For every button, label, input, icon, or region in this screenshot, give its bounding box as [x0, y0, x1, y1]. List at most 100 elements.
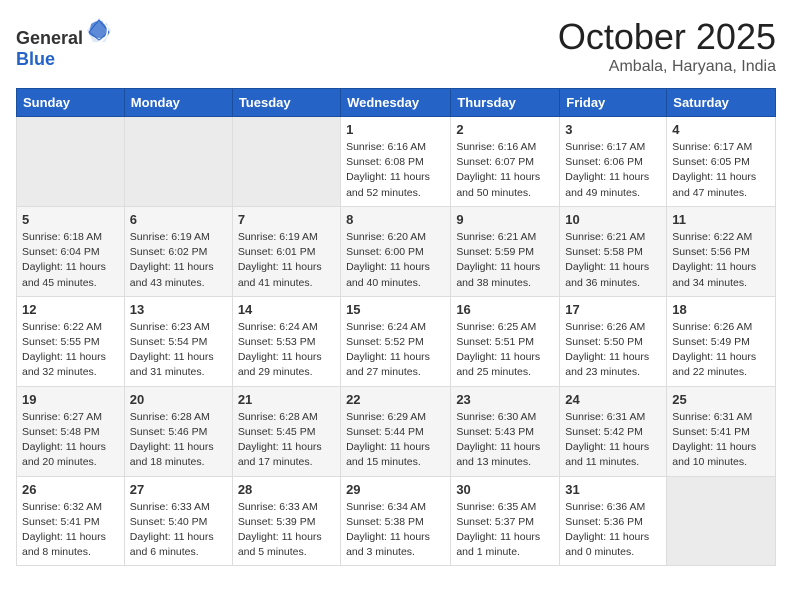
day-number: 12	[22, 302, 119, 317]
calendar-week-row: 12 Sunrise: 6:22 AMSunset: 5:55 PMDayligh…	[17, 296, 776, 386]
day-number: 20	[130, 392, 227, 407]
calendar-cell: 21 Sunrise: 6:28 AMSunset: 5:45 PMDayligh…	[232, 386, 340, 476]
day-info: Sunrise: 6:17 AMSunset: 6:05 PMDaylight:…	[672, 140, 770, 201]
day-info: Sunrise: 6:21 AMSunset: 5:58 PMDaylight:…	[565, 230, 661, 291]
calendar-cell: 26 Sunrise: 6:32 AMSunset: 5:41 PMDayligh…	[17, 476, 125, 566]
calendar-cell	[667, 476, 776, 566]
day-number: 30	[456, 482, 554, 497]
day-info: Sunrise: 6:32 AMSunset: 5:41 PMDaylight:…	[22, 500, 119, 561]
day-number: 2	[456, 122, 554, 137]
calendar-cell	[17, 117, 125, 207]
day-number: 3	[565, 122, 661, 137]
day-number: 4	[672, 122, 770, 137]
day-number: 24	[565, 392, 661, 407]
day-info: Sunrise: 6:23 AMSunset: 5:54 PMDaylight:…	[130, 320, 227, 381]
calendar-cell: 19 Sunrise: 6:27 AMSunset: 5:48 PMDayligh…	[17, 386, 125, 476]
calendar-cell: 23 Sunrise: 6:30 AMSunset: 5:43 PMDayligh…	[451, 386, 560, 476]
day-number: 5	[22, 212, 119, 227]
calendar-cell: 27Sunrise: 6:33 AMSunset: 5:40 PMDayligh…	[124, 476, 232, 566]
day-number: 17	[565, 302, 661, 317]
day-number: 15	[346, 302, 445, 317]
calendar-cell: 28 Sunrise: 6:33 AMSunset: 5:39 PMDayligh…	[232, 476, 340, 566]
day-info: Sunrise: 6:22 AMSunset: 5:56 PMDaylight:…	[672, 230, 770, 291]
day-number: 8	[346, 212, 445, 227]
day-info: Sunrise: 6:17 AMSunset: 6:06 PMDaylight:…	[565, 140, 661, 201]
calendar-cell: 16 Sunrise: 6:25 AMSunset: 5:51 PMDayligh…	[451, 296, 560, 386]
day-number: 9	[456, 212, 554, 227]
day-info: Sunrise: 6:26 AMSunset: 5:50 PMDaylight:…	[565, 320, 661, 381]
calendar-cell: 2 Sunrise: 6:16 AMSunset: 6:07 PMDaylight…	[451, 117, 560, 207]
day-info: Sunrise: 6:25 AMSunset: 5:51 PMDaylight:…	[456, 320, 554, 381]
day-number: 16	[456, 302, 554, 317]
day-number: 28	[238, 482, 335, 497]
day-info: Sunrise: 6:36 AMSunset: 5:36 PMDaylight:…	[565, 500, 661, 561]
day-number: 26	[22, 482, 119, 497]
location-title: Ambala, Haryana, India	[558, 58, 776, 76]
calendar-cell	[232, 117, 340, 207]
calendar-week-row: 19 Sunrise: 6:27 AMSunset: 5:48 PMDayligh…	[17, 386, 776, 476]
calendar-cell: 5 Sunrise: 6:18 AMSunset: 6:04 PMDaylight…	[17, 206, 125, 296]
day-info: Sunrise: 6:28 AMSunset: 5:46 PMDaylight:…	[130, 410, 227, 471]
day-info: Sunrise: 6:35 AMSunset: 5:37 PMDaylight:…	[456, 500, 554, 561]
calendar-cell: 3 Sunrise: 6:17 AMSunset: 6:06 PMDaylight…	[560, 117, 667, 207]
weekday-header-monday: Monday	[124, 89, 232, 117]
day-info: Sunrise: 6:26 AMSunset: 5:49 PMDaylight:…	[672, 320, 770, 381]
day-info: Sunrise: 6:19 AMSunset: 6:02 PMDaylight:…	[130, 230, 227, 291]
day-number: 10	[565, 212, 661, 227]
calendar-cell: 30 Sunrise: 6:35 AMSunset: 5:37 PMDayligh…	[451, 476, 560, 566]
calendar-cell: 12 Sunrise: 6:22 AMSunset: 5:55 PMDayligh…	[17, 296, 125, 386]
day-info: Sunrise: 6:27 AMSunset: 5:48 PMDaylight:…	[22, 410, 119, 471]
calendar-cell: 10 Sunrise: 6:21 AMSunset: 5:58 PMDayligh…	[560, 206, 667, 296]
day-info: Sunrise: 6:28 AMSunset: 5:45 PMDaylight:…	[238, 410, 335, 471]
day-info: Sunrise: 6:19 AMSunset: 6:01 PMDaylight:…	[238, 230, 335, 291]
day-number: 23	[456, 392, 554, 407]
day-info: Sunrise: 6:30 AMSunset: 5:43 PMDaylight:…	[456, 410, 554, 471]
calendar-cell: 1 Sunrise: 6:16 AMSunset: 6:08 PMDaylight…	[341, 117, 451, 207]
calendar-week-row: 1 Sunrise: 6:16 AMSunset: 6:08 PMDaylight…	[17, 117, 776, 207]
day-number: 21	[238, 392, 335, 407]
weekday-header-row: SundayMondayTuesdayWednesdayThursdayFrid…	[17, 89, 776, 117]
day-number: 29	[346, 482, 445, 497]
calendar-cell: 22 Sunrise: 6:29 AMSunset: 5:44 PMDayligh…	[341, 386, 451, 476]
day-info: Sunrise: 6:21 AMSunset: 5:59 PMDaylight:…	[456, 230, 554, 291]
day-number: 18	[672, 302, 770, 317]
calendar-cell: 14 Sunrise: 6:24 AMSunset: 5:53 PMDayligh…	[232, 296, 340, 386]
calendar-cell: 18 Sunrise: 6:26 AMSunset: 5:49 PMDayligh…	[667, 296, 776, 386]
calendar-cell: 9 Sunrise: 6:21 AMSunset: 5:59 PMDaylight…	[451, 206, 560, 296]
weekday-header-sunday: Sunday	[17, 89, 125, 117]
page-header: General Blue October 2025 Ambala, Haryan…	[16, 16, 776, 76]
day-info: Sunrise: 6:16 AMSunset: 6:07 PMDaylight:…	[456, 140, 554, 201]
day-number: 31	[565, 482, 661, 497]
day-number: 14	[238, 302, 335, 317]
calendar-week-row: 5 Sunrise: 6:18 AMSunset: 6:04 PMDaylight…	[17, 206, 776, 296]
day-info: Sunrise: 6:16 AMSunset: 6:08 PMDaylight:…	[346, 140, 445, 201]
day-info: Sunrise: 6:33 AMSunset: 5:40 PMDaylight:…	[130, 500, 227, 561]
calendar-cell: 29 Sunrise: 6:34 AMSunset: 5:38 PMDayligh…	[341, 476, 451, 566]
calendar-cell: 8 Sunrise: 6:20 AMSunset: 6:00 PMDaylight…	[341, 206, 451, 296]
calendar-cell: 13 Sunrise: 6:23 AMSunset: 5:54 PMDayligh…	[124, 296, 232, 386]
calendar-week-row: 26 Sunrise: 6:32 AMSunset: 5:41 PMDayligh…	[17, 476, 776, 566]
day-info: Sunrise: 6:33 AMSunset: 5:39 PMDaylight:…	[238, 500, 335, 561]
day-number: 13	[130, 302, 227, 317]
logo-icon	[85, 16, 113, 44]
calendar-cell: 24 Sunrise: 6:31 AMSunset: 5:42 PMDayligh…	[560, 386, 667, 476]
calendar-cell: 4 Sunrise: 6:17 AMSunset: 6:05 PMDaylight…	[667, 117, 776, 207]
calendar-cell: 25Sunrise: 6:31 AMSunset: 5:41 PMDayligh…	[667, 386, 776, 476]
day-info: Sunrise: 6:29 AMSunset: 5:44 PMDaylight:…	[346, 410, 445, 471]
day-info: Sunrise: 6:20 AMSunset: 6:00 PMDaylight:…	[346, 230, 445, 291]
day-info: Sunrise: 6:22 AMSunset: 5:55 PMDaylight:…	[22, 320, 119, 381]
day-info: Sunrise: 6:34 AMSunset: 5:38 PMDaylight:…	[346, 500, 445, 561]
day-number: 1	[346, 122, 445, 137]
day-info: Sunrise: 6:31 AMSunset: 5:42 PMDaylight:…	[565, 410, 661, 471]
day-info: Sunrise: 6:24 AMSunset: 5:53 PMDaylight:…	[238, 320, 335, 381]
weekday-header-saturday: Saturday	[667, 89, 776, 117]
weekday-header-thursday: Thursday	[451, 89, 560, 117]
day-number: 25	[672, 392, 770, 407]
logo-general: General	[16, 28, 83, 48]
day-number: 22	[346, 392, 445, 407]
calendar-cell: 6Sunrise: 6:19 AMSunset: 6:02 PMDaylight…	[124, 206, 232, 296]
day-number: 19	[22, 392, 119, 407]
title-block: October 2025 Ambala, Haryana, India	[558, 16, 776, 76]
calendar-cell: 11Sunrise: 6:22 AMSunset: 5:56 PMDayligh…	[667, 206, 776, 296]
day-info: Sunrise: 6:18 AMSunset: 6:04 PMDaylight:…	[22, 230, 119, 291]
